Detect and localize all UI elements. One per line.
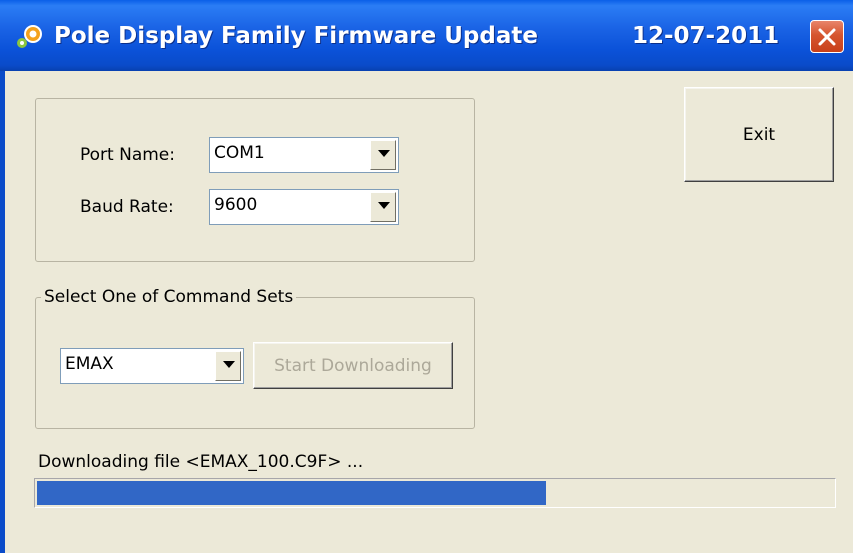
exit-button[interactable]: Exit (684, 87, 834, 182)
port-settings-group (35, 98, 475, 262)
title-bar[interactable]: Pole Display Family Firmware Update 12-0… (0, 0, 853, 71)
port-name-select[interactable]: COM1 (209, 137, 399, 173)
port-name-dropdown-button[interactable] (370, 140, 396, 170)
chevron-down-icon (378, 150, 390, 157)
baud-rate-dropdown-button[interactable] (370, 192, 396, 222)
close-button[interactable] (810, 20, 844, 53)
command-set-select[interactable]: EMAX (60, 348, 244, 384)
window-title: Pole Display Family Firmware Update (54, 23, 538, 49)
window-date: 12-07-2011 (632, 23, 780, 49)
close-icon (818, 28, 836, 46)
baud-rate-label: Baud Rate: (80, 197, 174, 217)
chevron-down-icon (223, 361, 235, 368)
download-progress-fill (37, 481, 546, 505)
exit-button-label: Exit (742, 125, 776, 145)
download-progress-bar (34, 478, 836, 508)
port-name-label: Port Name: (80, 145, 175, 165)
start-downloading-label: Start Downloading (274, 356, 432, 376)
command-set-dropdown-button[interactable] (215, 351, 241, 381)
start-downloading-button[interactable]: Start Downloading (253, 342, 453, 389)
download-status-text: Downloading file <EMAX_100.C9F> ... (38, 452, 364, 472)
app-logo-icon (14, 22, 44, 52)
firmware-update-window: Pole Display Family Firmware Update 12-0… (0, 0, 853, 553)
chevron-down-icon (378, 202, 390, 209)
command-set-legend: Select One of Command Sets (41, 287, 297, 307)
window-frame-left (0, 71, 5, 553)
baud-rate-select[interactable]: 9600 (209, 189, 399, 225)
port-name-value: COM1 (214, 143, 265, 163)
baud-rate-value: 9600 (214, 195, 258, 215)
command-set-value: EMAX (65, 354, 114, 374)
